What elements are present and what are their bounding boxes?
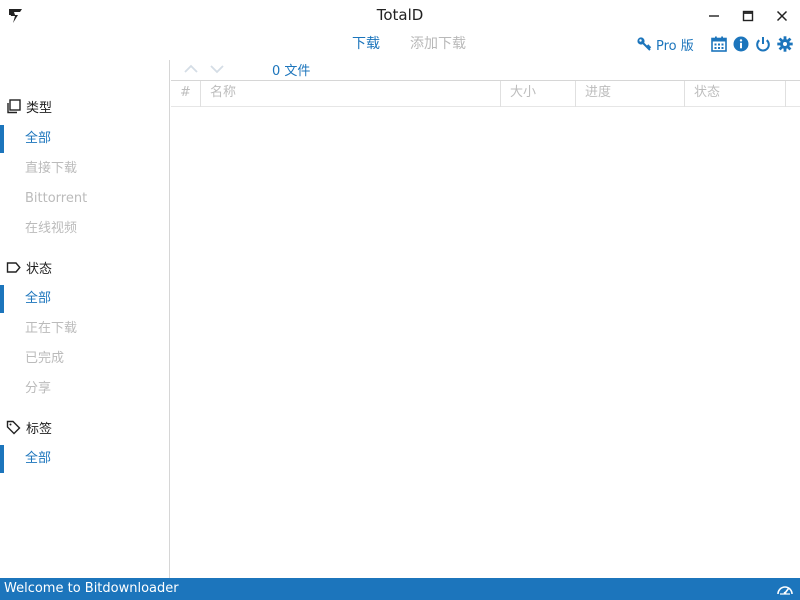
power-button[interactable] (754, 35, 772, 53)
chevron-up-icon (184, 64, 198, 73)
info-button[interactable] (732, 35, 750, 53)
maximize-button[interactable] (734, 4, 762, 28)
minimize-button[interactable] (700, 4, 728, 28)
status-message: Welcome to Bitdownloader (4, 581, 179, 596)
sidebar-section-tags: 标签 (6, 418, 52, 437)
move-up-button[interactable] (183, 62, 199, 76)
toolbar-right: Pro 版 (636, 33, 794, 55)
info-icon (733, 36, 749, 52)
sidebar-section-status-title: 状态 (26, 262, 53, 277)
sidebar-item-downloading[interactable]: 正在下载 (0, 315, 169, 343)
tab-add-download[interactable]: 添加下载 (410, 33, 466, 53)
gear-icon (777, 36, 793, 52)
file-count: 0 文件 (272, 64, 311, 79)
status-bar: Welcome to Bitdownloader (0, 578, 800, 600)
scheduler-button[interactable] (710, 35, 728, 53)
key-icon (637, 37, 652, 51)
copy-icon (7, 99, 21, 114)
list-nav (183, 62, 235, 76)
window-title: TotalD (376, 6, 424, 24)
minimize-icon (709, 15, 719, 17)
column-header-progress[interactable]: 进度 (576, 81, 685, 107)
pro-version-label: Pro 版 (656, 38, 694, 54)
tab-download[interactable]: 下载 (352, 33, 380, 53)
sidebar-section-status: 状态 (6, 258, 52, 277)
speedometer-icon[interactable] (776, 581, 794, 597)
sidebar-item-direct-download[interactable]: 直接下载 (0, 155, 169, 183)
power-icon (755, 37, 770, 52)
sidebar-section-type: 类型 (6, 97, 52, 116)
column-header-size[interactable]: 大小 (501, 81, 576, 107)
download-list-panel: 0 文件 # 名称 大小 进度 状态 (171, 60, 800, 578)
maximize-icon (742, 10, 754, 22)
sidebar-section-tags-title: 标签 (26, 422, 53, 437)
sidebar-item-bittorrent[interactable]: Bittorrent (0, 185, 169, 213)
column-header-extra (786, 81, 800, 107)
sidebar-item-type-all[interactable]: 全部 (0, 125, 169, 153)
app-window: TotalD 下载 添加下载 Pro 版 类型 全部 直接下载 Bittorre… (0, 0, 800, 600)
chevron-down-icon (210, 65, 224, 74)
close-button[interactable] (768, 4, 796, 28)
close-icon (776, 10, 788, 22)
title-bar: TotalD (0, 0, 800, 32)
sidebar-item-online-video[interactable]: 在线视频 (0, 215, 169, 243)
sidebar-item-status-all[interactable]: 全部 (0, 285, 169, 313)
column-header-status[interactable]: 状态 (685, 81, 786, 107)
move-down-button[interactable] (209, 62, 225, 76)
sidebar-item-completed[interactable]: 已完成 (0, 345, 169, 373)
tag-icon (6, 420, 21, 435)
sidebar-item-sharing[interactable]: 分享 (0, 375, 169, 403)
table-header: # 名称 大小 进度 状态 (171, 80, 800, 107)
sidebar-item-tags-all[interactable]: 全部 (0, 445, 169, 473)
sidebar-section-type-title: 类型 (26, 101, 53, 116)
sidebar: 类型 全部 直接下载 Bittorrent 在线视频 状态 全部 正在下载 已完… (0, 60, 170, 578)
column-header-name[interactable]: 名称 (201, 81, 501, 107)
label-icon (6, 262, 21, 273)
pro-version-link[interactable]: Pro 版 (636, 35, 694, 54)
settings-button[interactable] (776, 35, 794, 53)
column-header-index[interactable]: # (171, 81, 201, 107)
calendar-icon (710, 36, 727, 52)
